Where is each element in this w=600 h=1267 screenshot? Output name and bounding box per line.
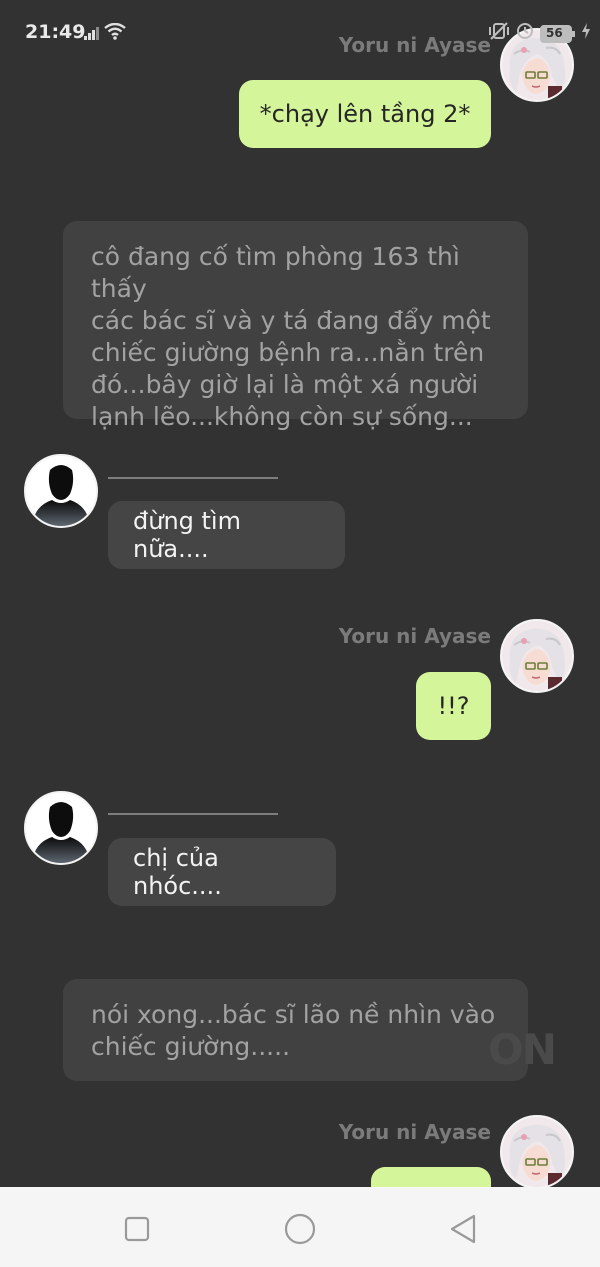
charging-icon xyxy=(582,23,590,44)
signal-icon xyxy=(84,26,100,45)
anonymous-avatar[interactable] xyxy=(24,454,98,528)
sender-name: Yoru ni Ayase xyxy=(338,1120,491,1144)
status-time: 21:49 xyxy=(25,21,86,43)
anonymous-avatar[interactable] xyxy=(24,791,98,865)
home-icon[interactable] xyxy=(280,1209,320,1249)
battery-icon: 56 xyxy=(540,24,576,43)
status-right-icons: 56 xyxy=(488,22,590,45)
narration-line: nói xong...bác sĩ lão nề nhìn vào xyxy=(91,1000,496,1029)
narration-bubble: cô đang cố tìm phòng 163 thì thấy các bá… xyxy=(63,221,528,431)
narration-line: cô đang cố tìm phòng 163 thì thấy xyxy=(91,242,460,303)
watermark: ON xyxy=(488,1025,557,1074)
my-message-bubble[interactable]: *chạy lên tầng 2* xyxy=(239,80,491,148)
vibrate-icon xyxy=(488,22,510,45)
silhouette-icon xyxy=(26,793,96,863)
sender-name: Yoru ni Ayase xyxy=(338,624,491,648)
other-message-bubble[interactable]: đừng tìm nữa.... xyxy=(108,501,345,569)
sender-name xyxy=(108,813,278,815)
other-message-bubble[interactable]: chị của nhóc.... xyxy=(108,838,336,906)
narration-line: chiếc giường..... xyxy=(91,1032,291,1061)
anime-avatar-icon xyxy=(502,1117,572,1187)
my-message-bubble[interactable]: !!? xyxy=(416,672,491,740)
anime-avatar-icon xyxy=(502,621,572,691)
narration-bubble: nói xong...bác sĩ lão nề nhìn vào chiếc … xyxy=(63,979,528,1081)
chat-screen: 21:49 56 Yoru ni Ayase *chạy lên tầng 2*… xyxy=(0,0,600,1267)
back-icon[interactable] xyxy=(443,1209,483,1249)
narration-line: lạnh lẽo...không còn sự sống... xyxy=(91,402,473,431)
user-avatar[interactable] xyxy=(500,1115,574,1189)
narration-line: đó...bây giờ lại là một xá người xyxy=(91,370,479,399)
status-bar: 21:49 56 xyxy=(0,0,600,62)
narration-line: chiếc giường bệnh ra...nằn trên xyxy=(91,338,485,367)
status-left-icons xyxy=(84,22,126,45)
silhouette-icon xyxy=(26,456,96,526)
recent-apps-icon[interactable] xyxy=(117,1209,157,1249)
narration-line: các bác sĩ và y tá đang đẩy một xyxy=(91,306,491,335)
battery-level: 56 xyxy=(546,25,563,40)
wifi-icon xyxy=(104,22,126,45)
sender-name xyxy=(108,477,278,479)
navigation-bar xyxy=(0,1187,600,1267)
user-avatar[interactable] xyxy=(500,619,574,693)
alarm-icon xyxy=(516,22,534,45)
